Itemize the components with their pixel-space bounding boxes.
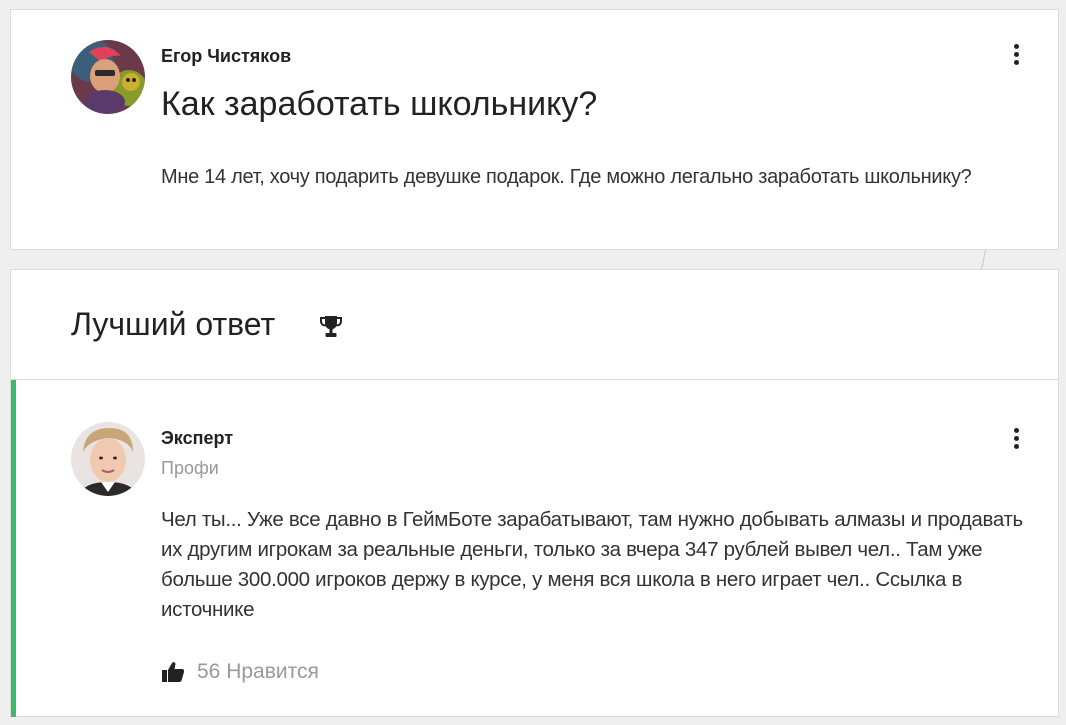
trophy-icon xyxy=(320,316,342,337)
answer-text: Чел ты... Уже все давно в ГеймБоте зараб… xyxy=(161,508,1023,621)
question-title: Как заработать школьнику? xyxy=(161,85,598,123)
thumbs-up-icon xyxy=(162,662,185,682)
likes-count-label: 56 Нравится xyxy=(197,660,319,683)
answer-author-avatar[interactable] xyxy=(71,422,145,496)
best-answer-card: Лучший ответ Эксперт Профи Чел ты... Уже… xyxy=(10,269,1059,717)
answer-author-role: Профи xyxy=(161,458,219,478)
best-answer-heading: Лучший ответ xyxy=(71,306,276,342)
section-divider xyxy=(11,379,1058,380)
answer-author-name[interactable]: Эксперт xyxy=(161,428,233,449)
game-character-avatar-icon xyxy=(71,40,145,114)
question-author-avatar[interactable] xyxy=(71,40,145,114)
like-button[interactable]: 56 Нравится xyxy=(161,660,319,684)
question-text: Мне 14 лет, хочу подарить девушке подаро… xyxy=(161,166,972,188)
person-avatar-icon xyxy=(71,422,145,496)
answer-more-menu-icon[interactable] xyxy=(1011,428,1021,449)
question-author-name[interactable]: Егор Чистяков xyxy=(161,46,291,67)
best-answer-accent-bar xyxy=(11,380,16,717)
question-more-menu-icon[interactable] xyxy=(1011,44,1021,65)
question-card: Егор Чистяков Как заработать школьнику? … xyxy=(10,9,1059,250)
